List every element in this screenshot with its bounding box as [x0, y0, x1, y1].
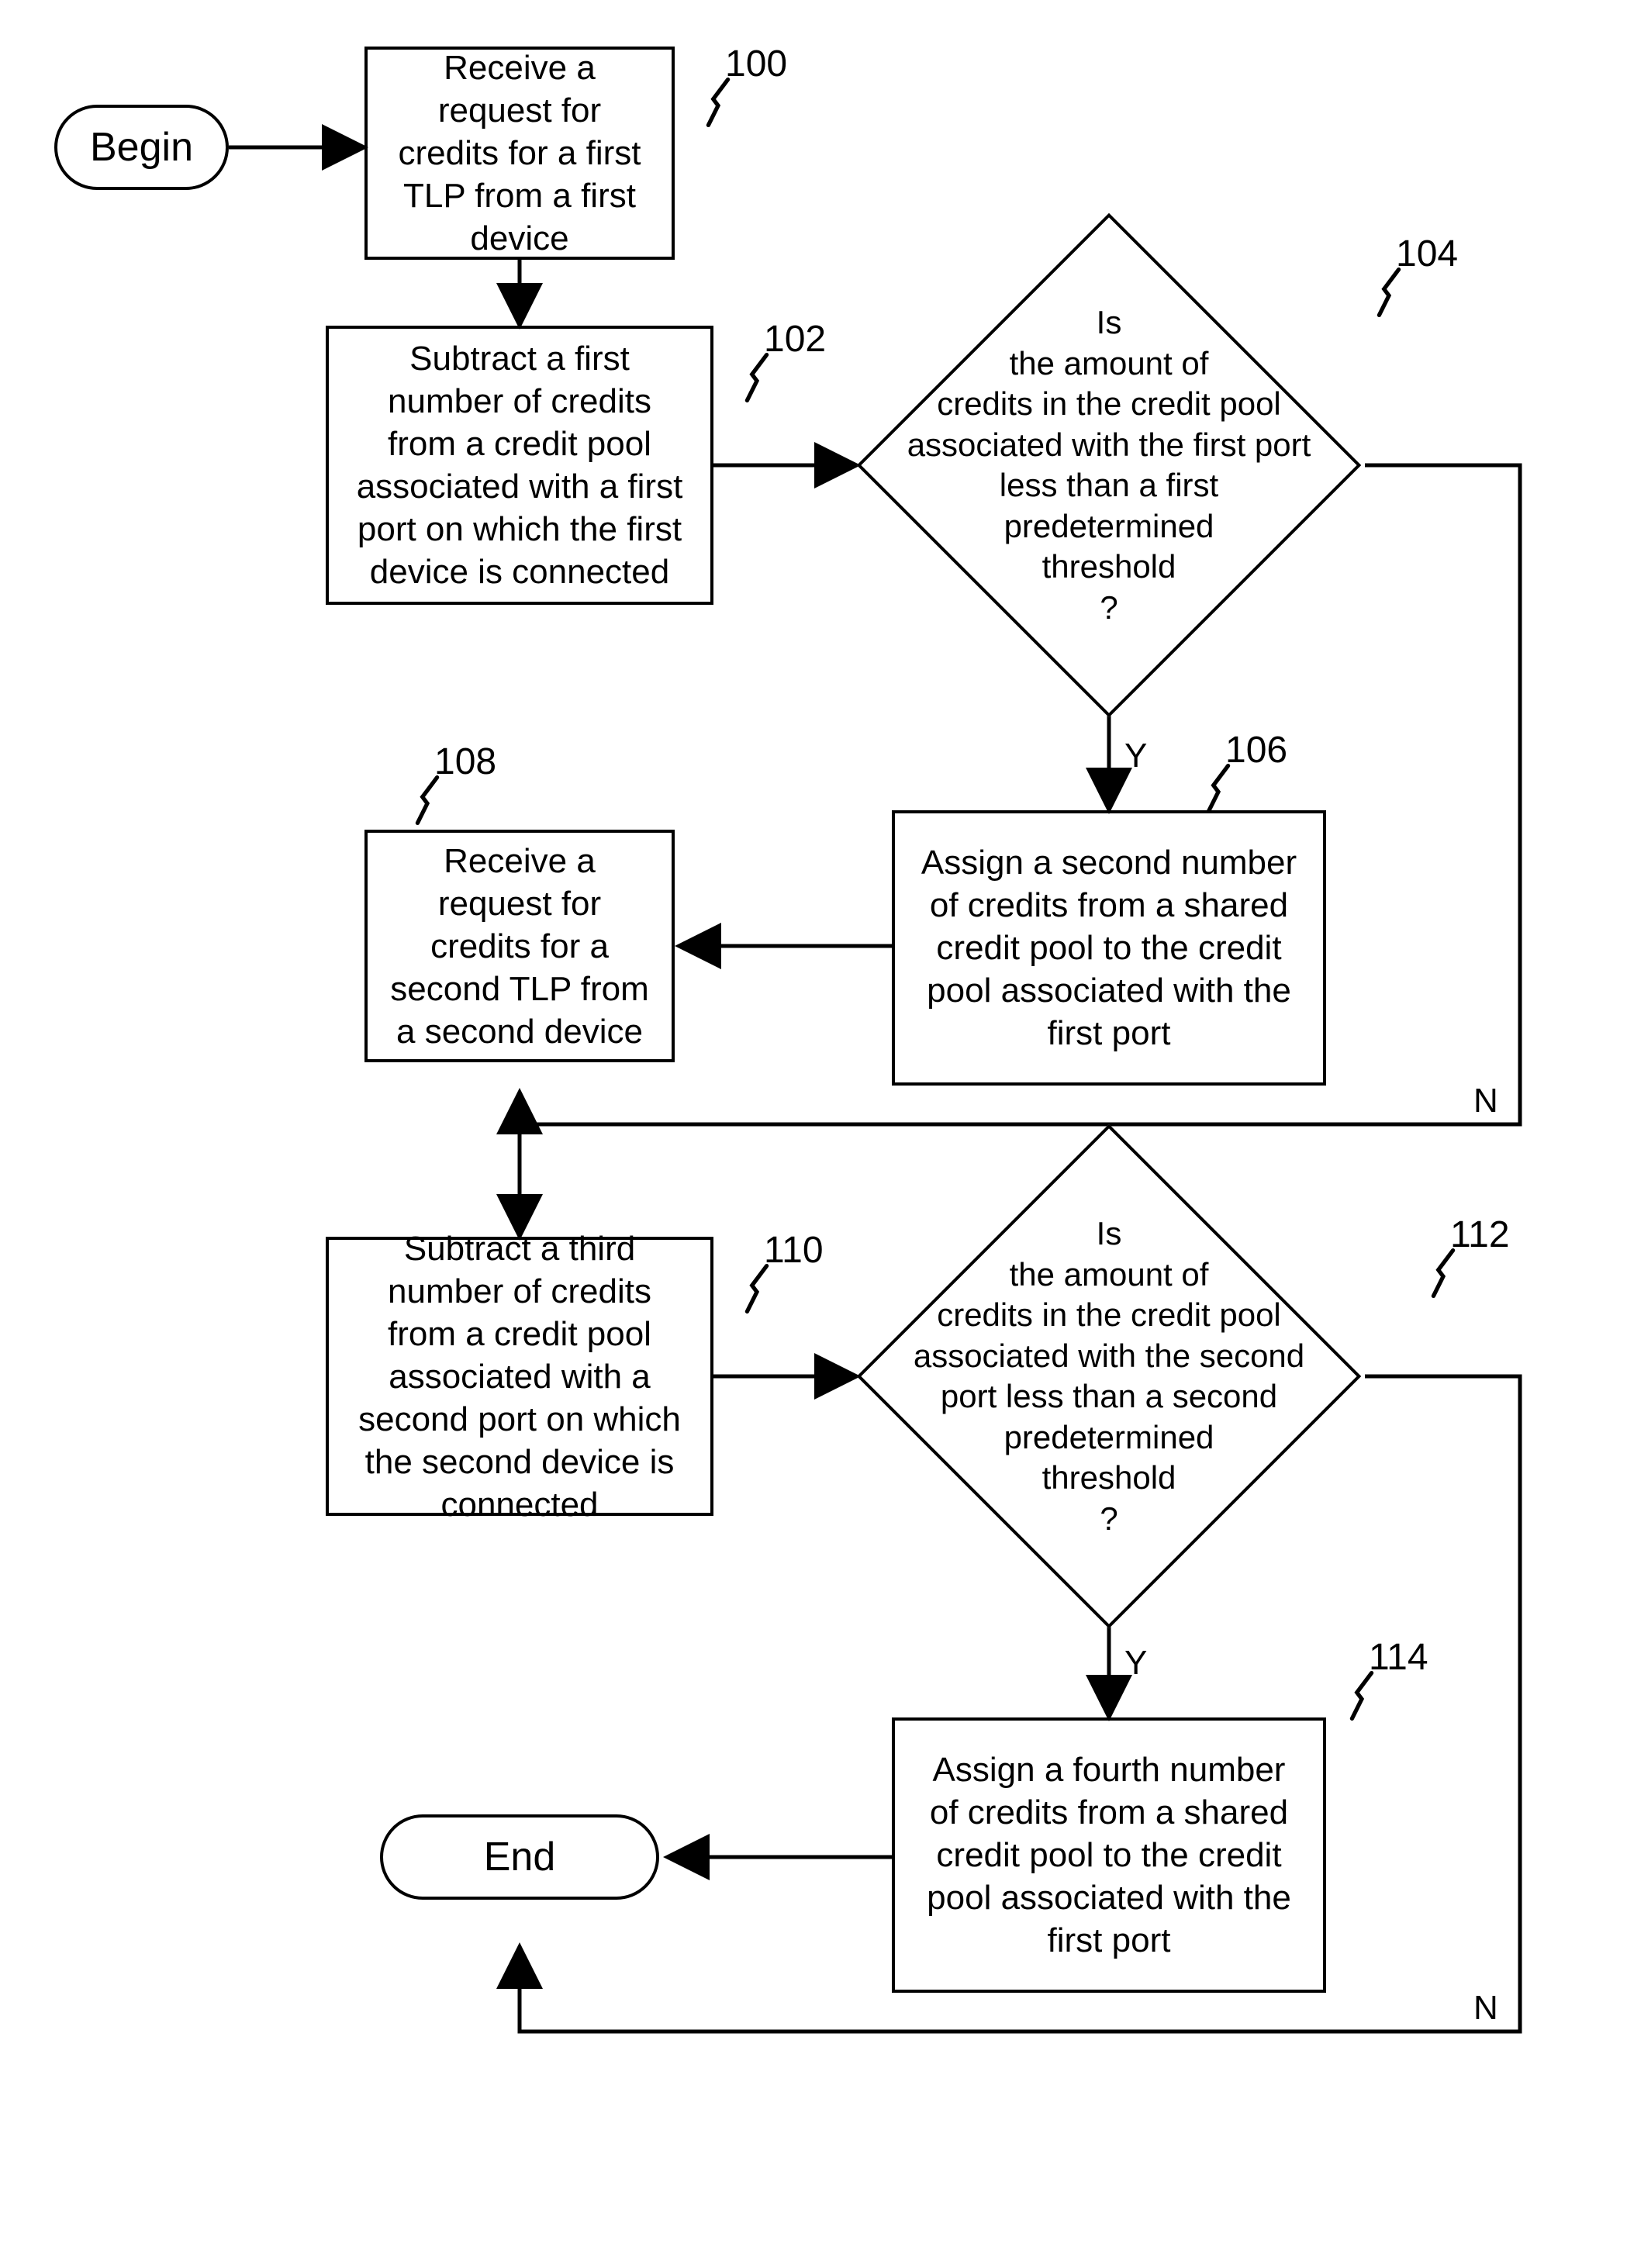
edge-label-y2: Y — [1124, 1644, 1147, 1683]
ref-squiggle-icon — [1427, 1248, 1459, 1298]
process-108-text: Receive a request for credits for a seco… — [389, 840, 650, 1053]
ref-squiggle-icon — [741, 1264, 773, 1314]
ref-squiggle-icon — [741, 353, 773, 402]
process-102: Subtract a first number of credits from … — [326, 326, 713, 605]
ref-squiggle-icon — [1202, 764, 1235, 813]
process-110-text: Subtract a third number of credits from … — [351, 1227, 689, 1526]
edge-label-n1: N — [1473, 1082, 1498, 1120]
decision-112-text: Is the amount of credits in the credit p… — [853, 1136, 1365, 1617]
ref-102: 102 — [764, 318, 826, 361]
ref-106: 106 — [1225, 729, 1287, 772]
decision-112: Is the amount of credits in the credit p… — [853, 1136, 1365, 1617]
process-100-text: Receive a request for credits for a firs… — [389, 47, 650, 260]
ref-squiggle-icon — [702, 78, 734, 127]
ref-100: 100 — [725, 43, 787, 85]
ref-squiggle-icon — [1345, 1671, 1378, 1721]
begin-label: Begin — [90, 123, 193, 173]
decision-104-text: Is the amount of credits in the credit p… — [853, 225, 1365, 706]
end-label: End — [484, 1832, 556, 1883]
ref-104: 104 — [1396, 233, 1458, 275]
process-110: Subtract a third number of credits from … — [326, 1237, 713, 1516]
flowchart-canvas: Begin Receive a request for credits for … — [0, 0, 1627, 2268]
decision-104: Is the amount of credits in the credit p… — [853, 225, 1365, 706]
edge-label-y1: Y — [1124, 737, 1147, 775]
process-106-text: Assign a second number of credits from a… — [917, 841, 1301, 1055]
ref-squiggle-icon — [1373, 268, 1405, 317]
process-100: Receive a request for credits for a firs… — [364, 47, 675, 260]
ref-108: 108 — [434, 740, 496, 783]
ref-squiggle-icon — [411, 775, 444, 825]
process-106: Assign a second number of credits from a… — [892, 810, 1326, 1086]
edge-label-n2: N — [1473, 1989, 1498, 2028]
terminator-begin: Begin — [54, 105, 229, 190]
terminator-end: End — [380, 1814, 659, 1900]
process-102-text: Subtract a first number of credits from … — [351, 337, 689, 593]
process-114-text: Assign a fourth number of credits from a… — [917, 1748, 1301, 1962]
process-114: Assign a fourth number of credits from a… — [892, 1717, 1326, 1993]
process-108: Receive a request for credits for a seco… — [364, 830, 675, 1062]
